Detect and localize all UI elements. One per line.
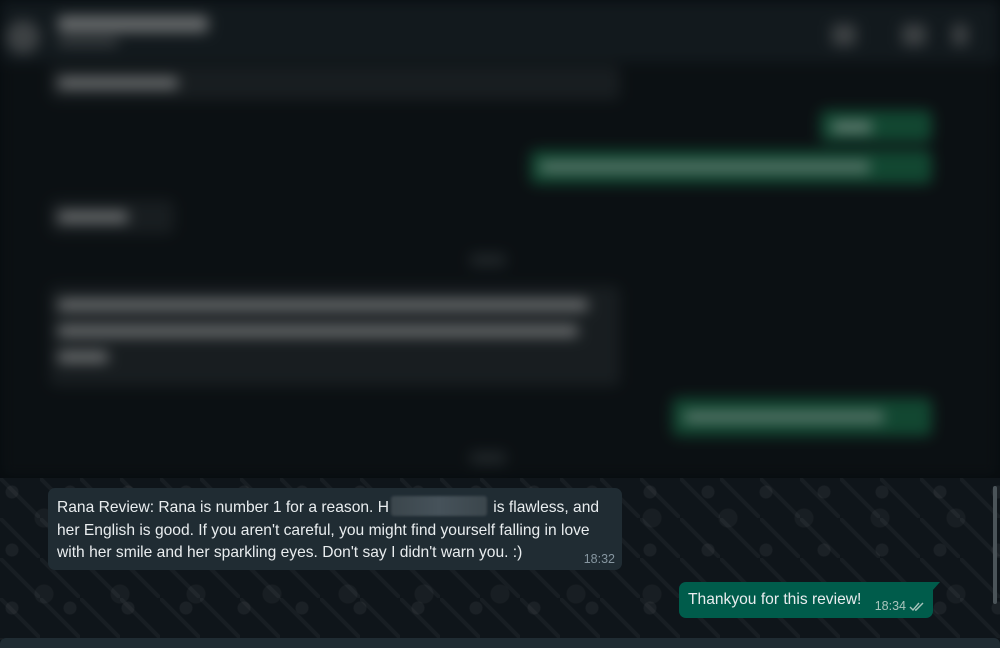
message-meta: 18:34 xyxy=(875,599,925,613)
incoming-message-bubble[interactable]: Rana Review: Rana is number 1 for a reas… xyxy=(48,488,622,570)
double-check-icon xyxy=(909,602,924,611)
outgoing-message-bubble[interactable]: Thankyou for this review! 18:34 xyxy=(679,582,940,618)
dim-overlay xyxy=(0,0,1000,478)
incoming-message-text: Rana Review: Rana is number 1 for a reas… xyxy=(57,496,617,565)
message-timestamp: 18:34 xyxy=(874,599,906,613)
scrollbar[interactable] xyxy=(993,486,997,604)
message-timestamp: 18:32 xyxy=(583,552,615,566)
message-text-part: Rana Review: Rana is number 1 for a reas… xyxy=(57,499,389,516)
redacted-name xyxy=(390,496,487,516)
compose-bar[interactable] xyxy=(0,638,1000,648)
